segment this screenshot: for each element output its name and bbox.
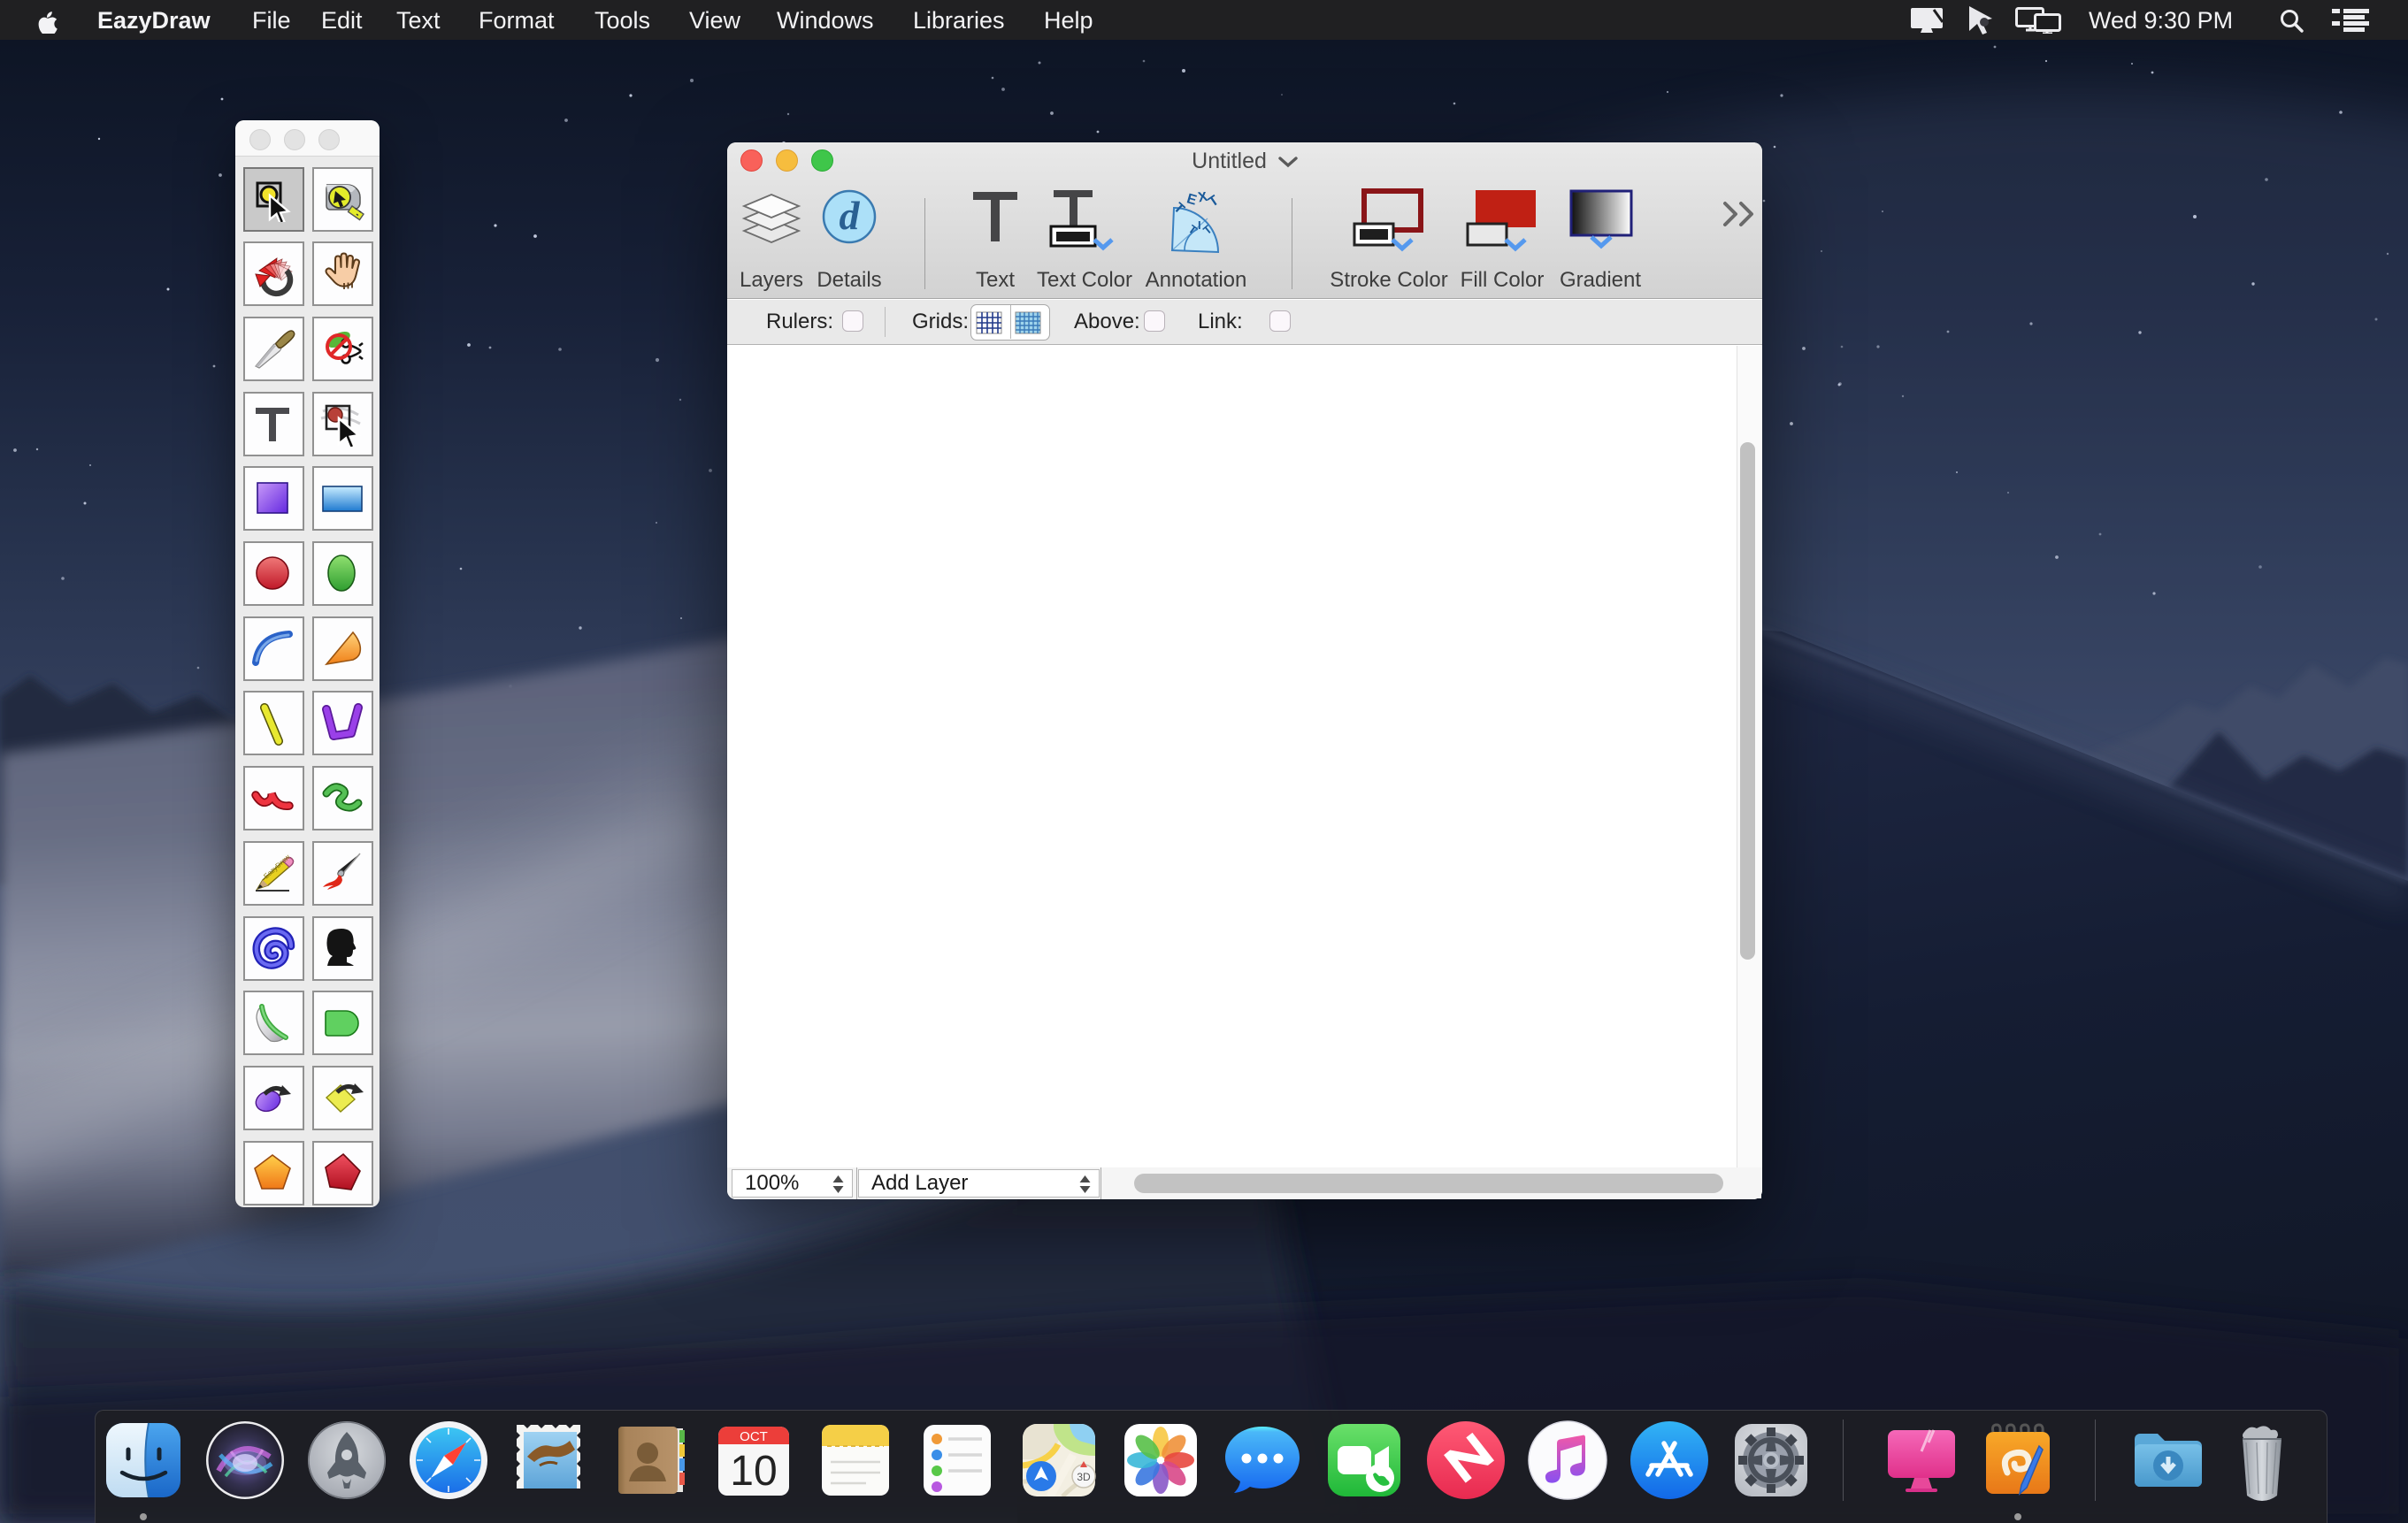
svg-text:I: I bbox=[1198, 218, 1201, 232]
svg-text:OCT: OCT bbox=[740, 1429, 768, 1444]
svg-text:3D: 3D bbox=[1077, 1471, 1091, 1483]
svg-text:d: d bbox=[840, 193, 861, 238]
svg-text:E: E bbox=[1185, 192, 1199, 209]
svg-text:T: T bbox=[1206, 193, 1222, 210]
svg-text:10: 10 bbox=[730, 1448, 777, 1495]
